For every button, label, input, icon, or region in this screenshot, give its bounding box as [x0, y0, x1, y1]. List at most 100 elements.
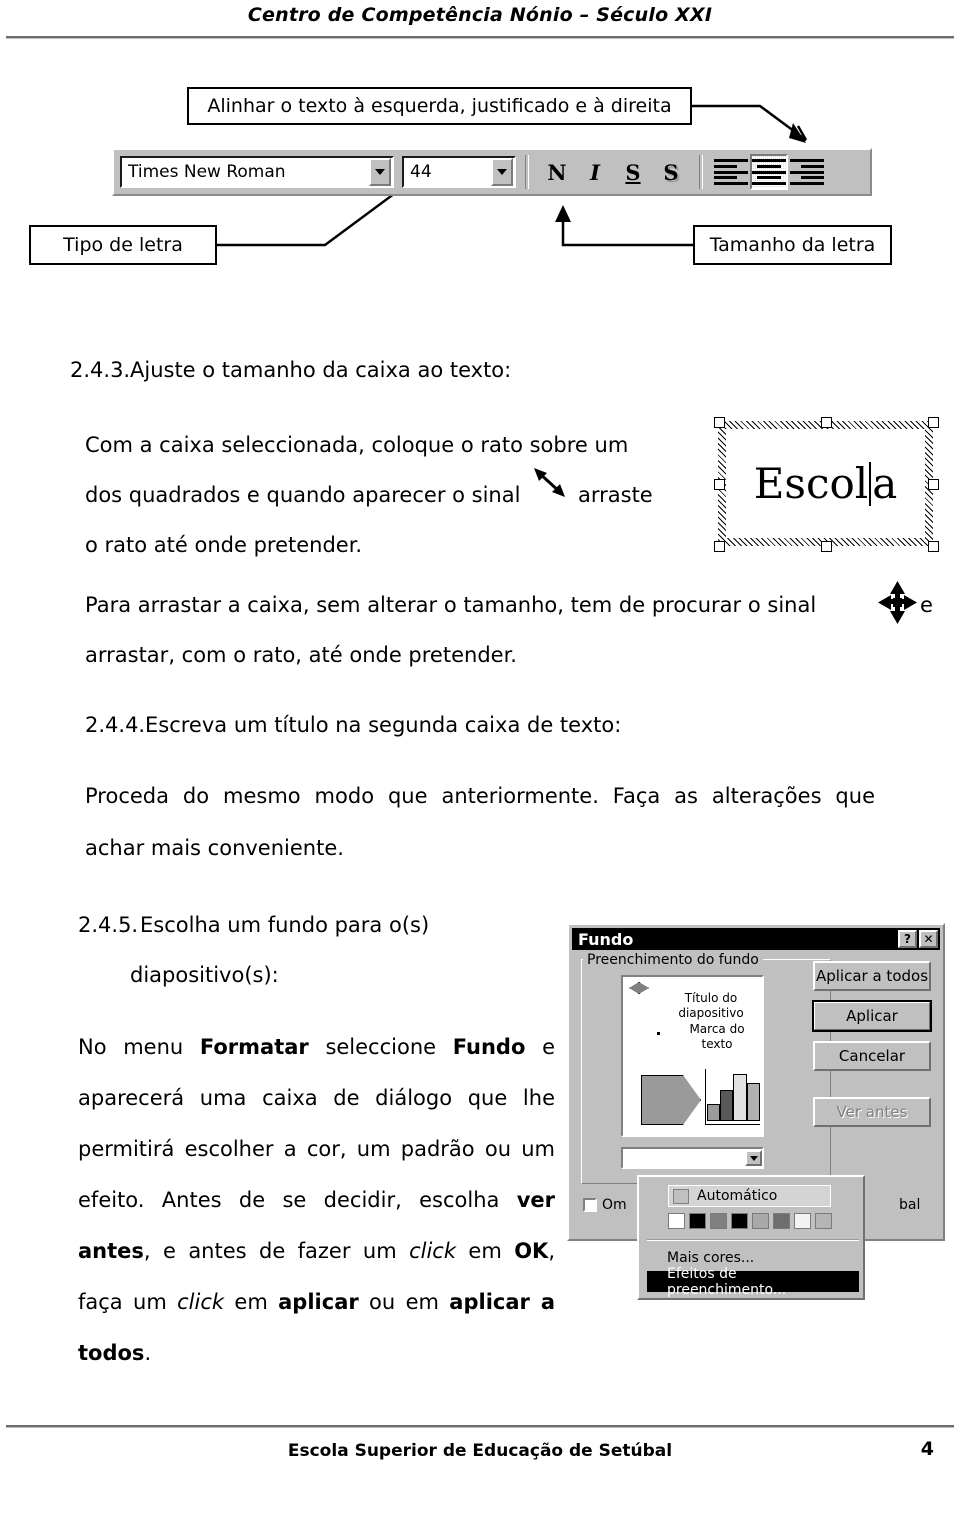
- section-243-para2-line2: arrastar, com o rato, até onde pretender…: [85, 643, 517, 667]
- preview-button: Ver antes: [813, 1097, 931, 1127]
- section-244-number: 2.4.4.: [85, 713, 146, 737]
- move-cursor-icon: [878, 581, 917, 624]
- emph-click-1: click: [409, 1239, 456, 1263]
- toolbar-separator: [699, 155, 703, 189]
- dialog-title-text: Fundo: [578, 929, 634, 949]
- p-part-13: em: [224, 1290, 279, 1314]
- resize-handle-se[interactable]: [928, 541, 939, 552]
- text-caret: [869, 461, 872, 506]
- align-left-icon: [714, 159, 748, 185]
- section-243-para1-line2b: arraste: [578, 483, 653, 507]
- chart-bar: [733, 1074, 747, 1121]
- resize-handle-sw[interactable]: [714, 541, 725, 552]
- pentagon-shape-icon: [641, 1075, 701, 1125]
- chevron-down-icon[interactable]: [369, 158, 391, 186]
- font-name-combobox[interactable]: Times New Roman: [120, 156, 394, 188]
- color-swatch[interactable]: [815, 1213, 832, 1229]
- p-part-7: , e antes de fazer um: [143, 1239, 410, 1263]
- emph-click-2: click: [177, 1290, 225, 1314]
- background-color-combobox[interactable]: [621, 1147, 764, 1169]
- textbox-text-after: a: [872, 459, 898, 508]
- underline-button[interactable]: S: [614, 154, 652, 190]
- apply-button[interactable]: Aplicar: [812, 1000, 932, 1032]
- resize-handle-w[interactable]: [714, 479, 725, 490]
- page-number: 4: [920, 1438, 934, 1460]
- preview-title-line2: diapositivo: [678, 1006, 744, 1020]
- section-245-heading-line1: Escolha um fundo para o(s): [140, 913, 430, 937]
- automatic-label: Automático: [697, 1188, 778, 1204]
- callout-font-type: Tipo de letra: [29, 225, 217, 265]
- document-page: Centro de Competência Nónio – Século XXI…: [0, 0, 960, 1538]
- formatting-toolbar: Times New Roman 44 N I S S: [112, 148, 872, 196]
- callout-alignment: Alinhar o texto à esquerda, justificado …: [187, 87, 692, 125]
- footer-rule: [6, 1425, 954, 1428]
- omit-checkbox-label-tail: bal: [899, 1197, 921, 1213]
- p-part-17: .: [144, 1341, 152, 1365]
- section-244-para: Proceda do mesmo modo que anteriormente.…: [85, 784, 875, 860]
- emph-aplicar: aplicar: [278, 1290, 359, 1314]
- resize-handle-s[interactable]: [821, 541, 832, 552]
- close-icon[interactable]: ✕: [919, 930, 938, 948]
- section-243-para1-line2: dos quadrados e quando aparecer o sinal: [85, 483, 521, 507]
- color-swatch[interactable]: [773, 1213, 790, 1229]
- dialog-titlebar: Fundo ? ✕: [572, 928, 940, 950]
- chevron-down-icon[interactable]: [745, 1150, 762, 1166]
- align-left-button[interactable]: [712, 154, 750, 190]
- menu-formatar: Formatar: [199, 1035, 309, 1059]
- cancel-button[interactable]: Cancelar: [813, 1041, 931, 1071]
- help-icon[interactable]: ?: [898, 930, 917, 948]
- color-swatch-row: [668, 1213, 832, 1229]
- resize-handle-ne[interactable]: [928, 417, 939, 428]
- fill-effects-item[interactable]: Efeitos de preenchimento...: [647, 1266, 859, 1298]
- section-244-heading: Escreva um título na segunda caixa de te…: [145, 713, 622, 737]
- italic-button[interactable]: I: [576, 154, 614, 190]
- preview-mark-line1: Marca do: [689, 1022, 745, 1036]
- color-swatch[interactable]: [752, 1213, 769, 1229]
- color-swatch[interactable]: [689, 1213, 706, 1229]
- color-swatch[interactable]: [794, 1213, 811, 1229]
- color-swatch[interactable]: [668, 1213, 685, 1229]
- p-part-1: No menu: [78, 1035, 200, 1059]
- omit-background-checkbox-row[interactable]: Om: [583, 1197, 627, 1213]
- section-243-para2-line1b: e: [920, 593, 933, 617]
- slide-preview: Título do diapositivo Marca do texto: [621, 975, 764, 1137]
- text-shadow-button[interactable]: S: [652, 154, 690, 190]
- resize-handle-nw[interactable]: [714, 417, 725, 428]
- align-center-icon: [752, 159, 786, 185]
- chart-bar: [707, 1104, 720, 1121]
- section-245-number: 2.4.5.: [78, 913, 139, 937]
- section-243-heading: Ajuste o tamanho da caixa ao texto:: [130, 358, 512, 382]
- omit-checkbox[interactable]: [583, 1198, 597, 1212]
- section-245-heading-line2: diapositivo(s):: [130, 963, 279, 987]
- color-swatch[interactable]: [710, 1213, 727, 1229]
- color-swatch[interactable]: [731, 1213, 748, 1229]
- align-center-button[interactable]: [750, 154, 788, 190]
- bold-button[interactable]: N: [538, 154, 576, 190]
- emph-ok: OK: [514, 1239, 549, 1263]
- preview-title-line1: Título do: [684, 991, 738, 1005]
- chevron-down-icon[interactable]: [491, 158, 513, 186]
- toolbar-separator: [525, 155, 529, 189]
- align-right-button[interactable]: [788, 154, 826, 190]
- header-rule: [6, 36, 954, 39]
- preview-mark: Marca do texto: [671, 1022, 762, 1052]
- automatic-color-item[interactable]: Automático: [668, 1185, 831, 1207]
- chart-axis: [705, 1069, 706, 1125]
- section-245-paragraph: No menu Formatar seleccione Fundo e apar…: [78, 1022, 555, 1379]
- chart-bar: [747, 1083, 760, 1121]
- menu-fundo: Fundo: [452, 1035, 526, 1059]
- apply-to-all-button[interactable]: Aplicar a todos: [813, 961, 931, 991]
- font-size-combobox[interactable]: 44: [402, 156, 516, 188]
- resize-cursor-icon: [534, 468, 565, 497]
- escola-textbox[interactable]: Escol a: [714, 417, 939, 552]
- group-label: Preenchimento do fundo: [583, 952, 763, 968]
- section-243-para2-line1: Para arrastar a caixa, sem alterar o tam…: [85, 593, 817, 617]
- p-part-5: e aparecerá uma caixa de diálogo que lhe…: [78, 1035, 555, 1212]
- resize-handle-e[interactable]: [928, 479, 939, 490]
- dropdown-divider: [647, 1239, 859, 1241]
- automatic-swatch-icon: [673, 1188, 689, 1204]
- p-part-3: seleccione: [308, 1035, 453, 1059]
- font-name-value: Times New Roman: [128, 162, 286, 182]
- resize-handle-n[interactable]: [821, 417, 832, 428]
- chart-baseline: [705, 1124, 760, 1125]
